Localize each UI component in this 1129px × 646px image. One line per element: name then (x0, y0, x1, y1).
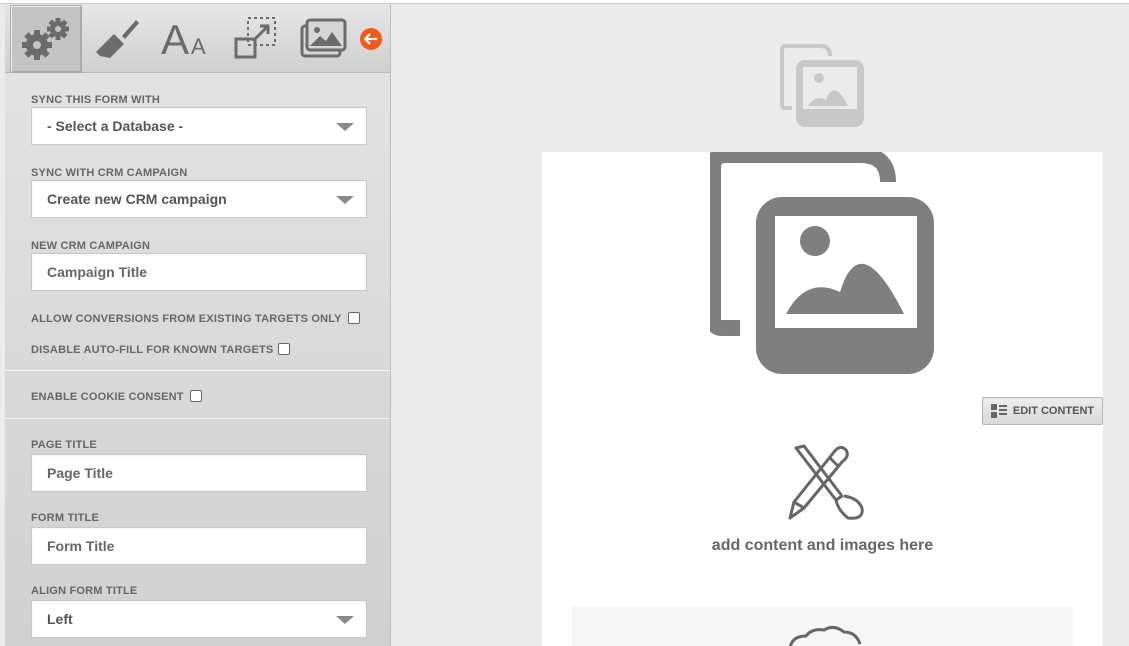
sidebar-toolbar: A A (5, 4, 390, 73)
tab-style[interactable] (82, 5, 152, 71)
new-crm-label: NEW CRM CAMPAIGN (31, 240, 151, 252)
gears-icon (22, 18, 69, 60)
images-icon (705, 147, 934, 374)
add-content-text: add content and images here (711, 537, 934, 554)
tab-images[interactable] (289, 5, 359, 71)
crm-campaign-select[interactable]: Create new CRM campaign (31, 180, 367, 218)
svg-text:A: A (191, 34, 206, 59)
image-gallery-icon (300, 18, 347, 58)
arrow-left-icon (364, 33, 377, 45)
cookie-consent-label: ENABLE COOKIE CONSENT (31, 391, 184, 403)
align-form-title-select[interactable]: Left (31, 600, 367, 638)
settings-sidebar: A A SYNC THIS FORM WITH - Select a Datab… (5, 4, 391, 646)
sync-crm-label: SYNC WITH CRM CAMPAIGN (31, 167, 188, 179)
font-size-icon: A A (161, 16, 206, 62)
svg-text:A: A (161, 16, 189, 62)
pencil-brush-icon (788, 444, 864, 520)
tab-typography[interactable]: A A (152, 5, 222, 71)
crm-campaign-select-value: Create new CRM campaign (47, 191, 227, 207)
tab-layout[interactable] (221, 5, 291, 71)
disable-autofill-checkbox[interactable] (278, 343, 290, 355)
tab-settings[interactable] (10, 5, 82, 73)
align-form-title-label: ALIGN FORM TITLE (31, 585, 138, 597)
form-title-input[interactable] (32, 528, 366, 564)
chevron-down-icon (336, 123, 354, 131)
list-layout-icon (990, 404, 1007, 418)
align-form-title-value: Left (47, 611, 73, 627)
page-title-input[interactable] (32, 455, 366, 491)
header-image-placeholder[interactable] (780, 44, 866, 128)
collapse-sidebar-button[interactable] (360, 28, 382, 50)
title-settings-section: PAGE TITLE FORM TITLE ALIGN FORM TITLE L… (5, 418, 390, 646)
form-title-label: FORM TITLE (31, 512, 99, 524)
cookie-consent-checkbox[interactable] (190, 390, 202, 402)
disable-autofill-label: DISABLE AUTO-FILL FOR KNOWN TARGETS (31, 344, 274, 356)
form-title-field (31, 527, 367, 565)
campaign-title-field (31, 253, 367, 291)
chevron-down-icon (336, 196, 354, 204)
cloud-icon (788, 625, 862, 646)
resize-icon (234, 17, 276, 59)
edit-content-label: EDIT CONTENT (1012, 405, 1095, 417)
sync-settings-section: SYNC THIS FORM WITH - Select a Database … (5, 73, 390, 369)
lower-content-block[interactable] (572, 606, 1073, 646)
page-title-field (31, 454, 367, 492)
campaign-title-input[interactable] (32, 254, 366, 290)
database-select[interactable]: - Select a Database - (31, 107, 367, 145)
sync-form-label: SYNC THIS FORM WITH (31, 94, 161, 106)
main-image-placeholder[interactable] (705, 147, 936, 376)
database-select-value: - Select a Database - (47, 118, 184, 134)
allow-conversions-label: ALLOW CONVERSIONS FROM EXISTING TARGETS … (31, 313, 342, 325)
page-title-label: PAGE TITLE (31, 439, 97, 451)
chevron-down-icon (336, 616, 354, 624)
paintbrush-icon (96, 20, 139, 58)
allow-conversions-checkbox[interactable] (348, 312, 360, 324)
cookie-section: ENABLE COOKIE CONSENT (5, 370, 390, 419)
images-icon (780, 44, 864, 127)
content-edit-placeholder[interactable] (784, 444, 866, 522)
edit-content-button[interactable]: EDIT CONTENT (982, 397, 1103, 425)
